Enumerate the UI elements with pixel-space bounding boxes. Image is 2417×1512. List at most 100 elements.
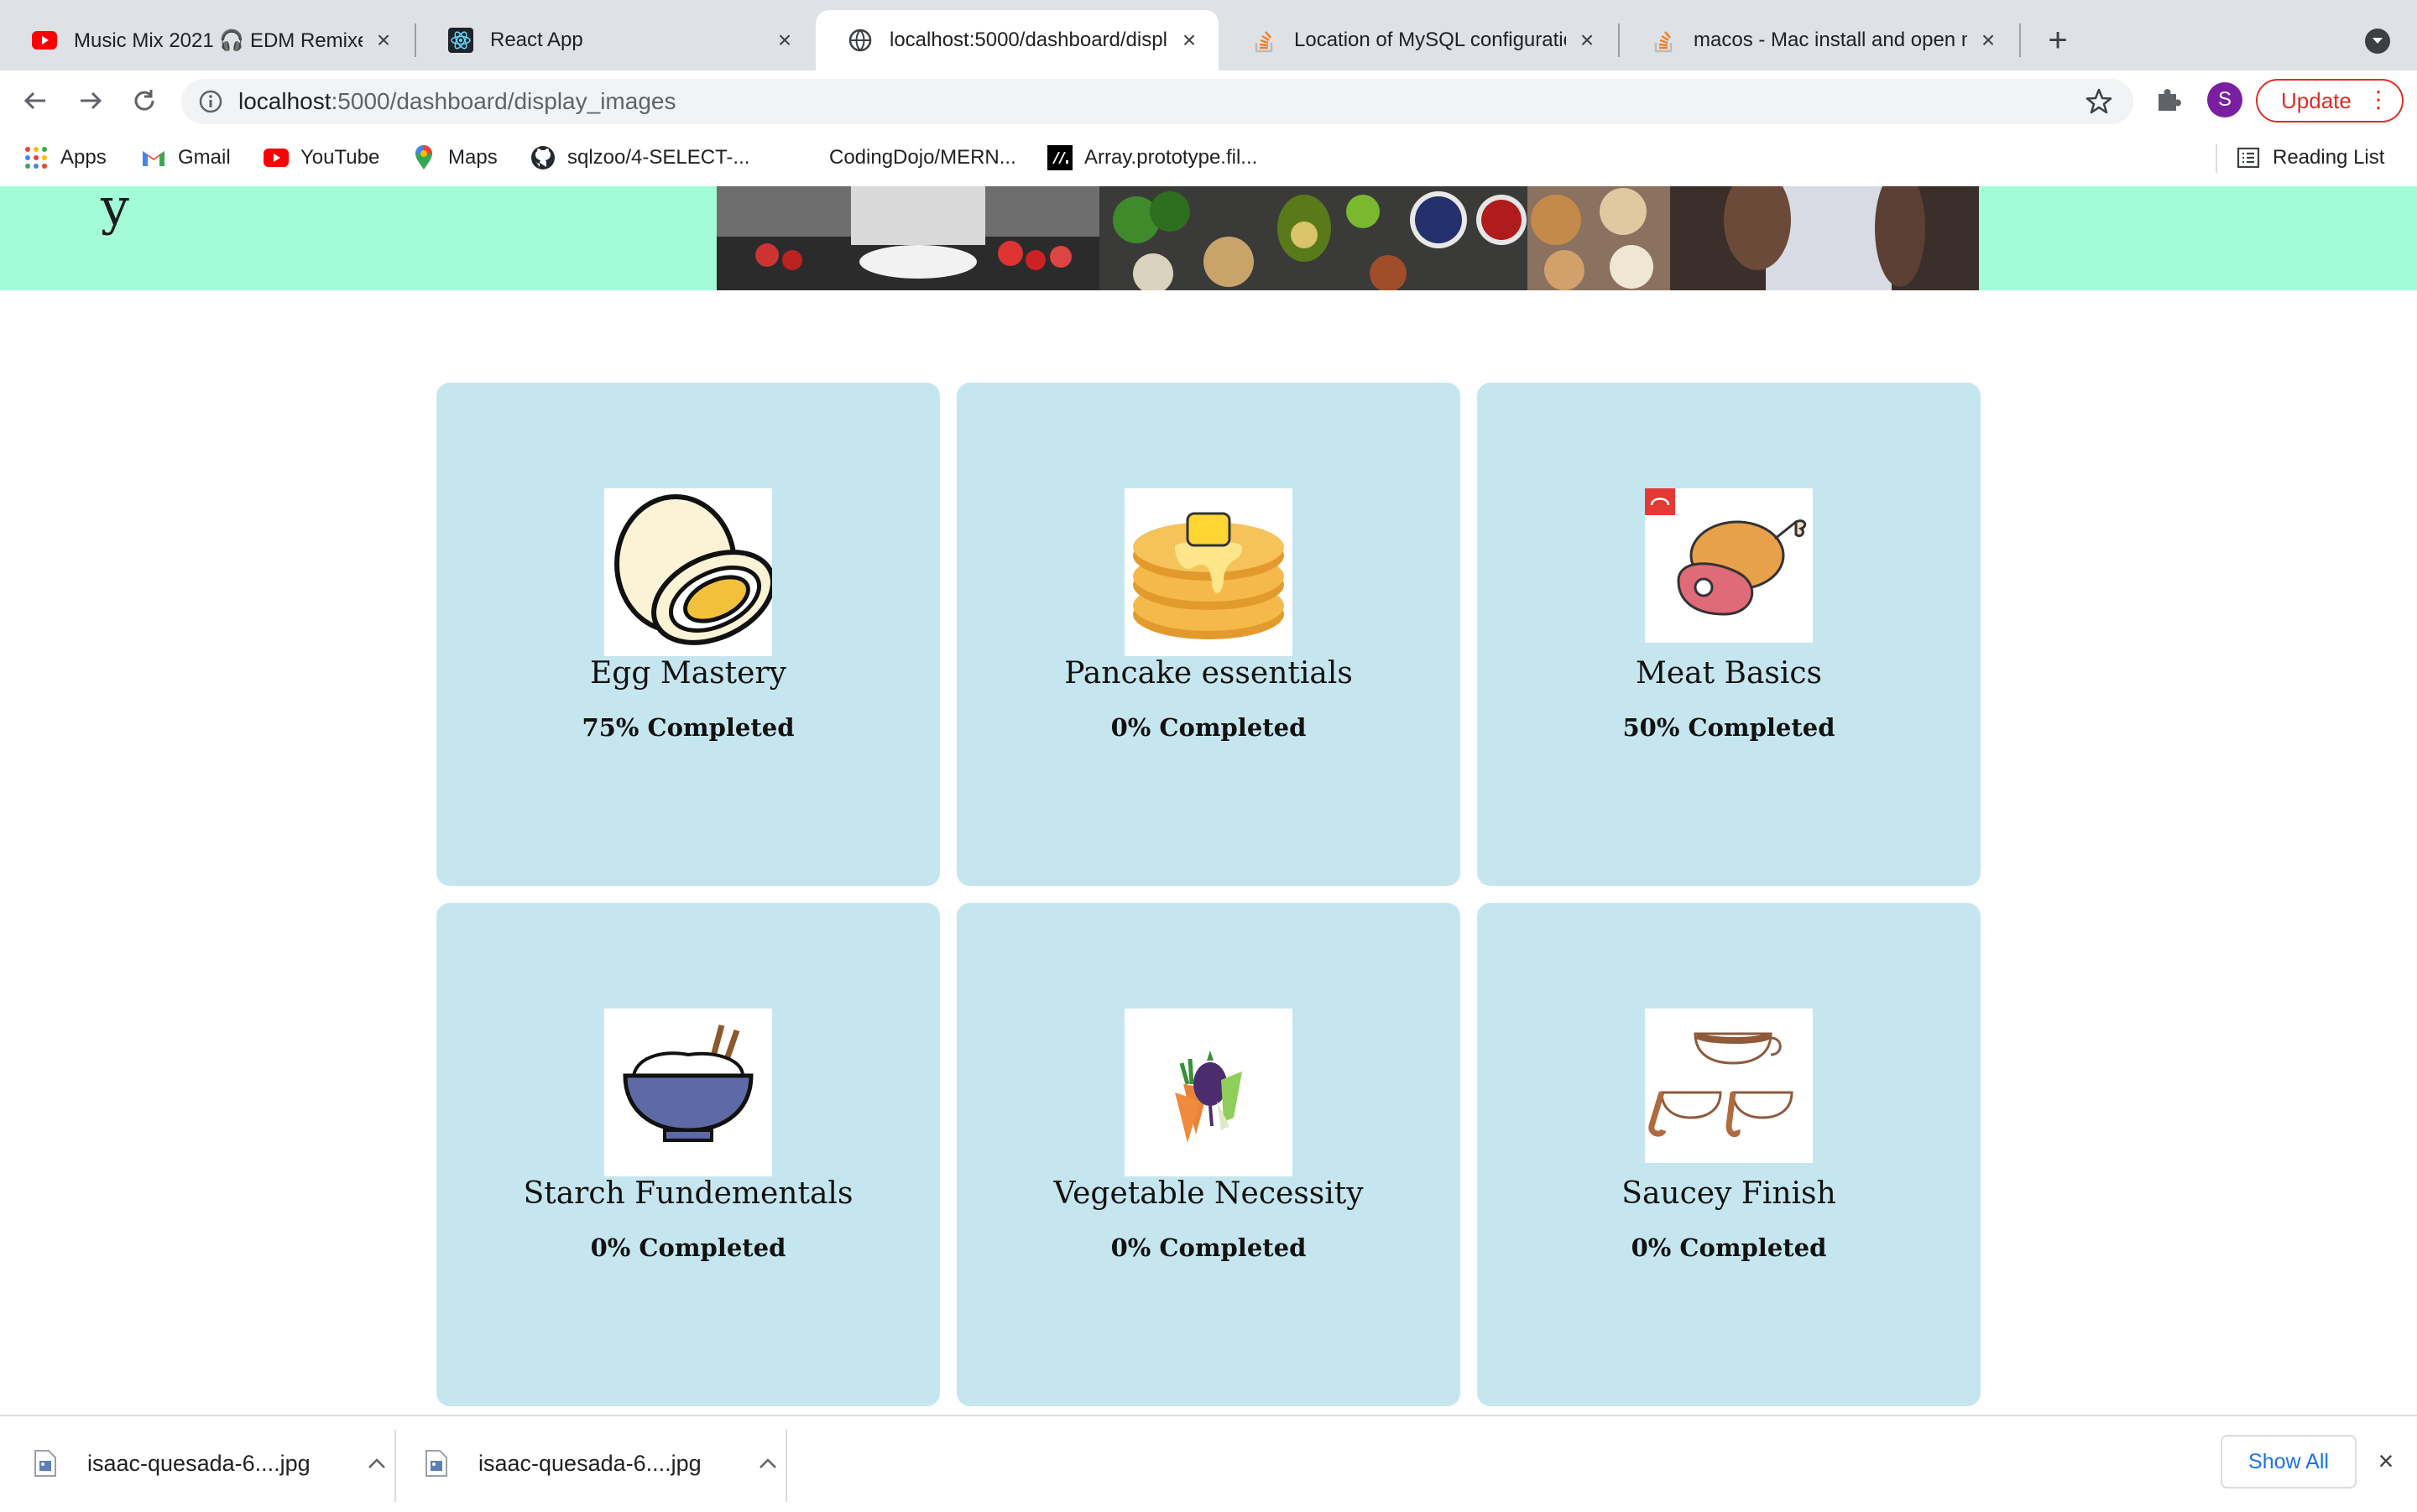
reload-icon[interactable] — [126, 82, 163, 119]
pancake-icon — [1125, 488, 1292, 656]
browser-toolbar: localhost:5000/dashboard/display_images — [0, 70, 2417, 131]
globe-icon — [848, 28, 873, 53]
update-button[interactable]: Update ⋮ — [2256, 79, 2404, 123]
bookmarks-divider — [2216, 144, 2217, 173]
back-arrow-icon[interactable] — [17, 82, 54, 119]
course-progress: 0% Completed — [1110, 713, 1307, 742]
bookmarks-bar: Apps Gmail YouTube Maps sqlzoo/4-SELECT-… — [0, 131, 2417, 187]
url-text: localhost:5000/dashboard/display_images — [238, 89, 676, 114]
course-card-egg-mastery[interactable]: Egg Mastery 75% Completed — [436, 383, 940, 886]
profile-avatar[interactable]: S — [2207, 82, 2242, 117]
forward-arrow-icon[interactable] — [72, 82, 109, 119]
chevron-up-icon[interactable] — [364, 1451, 389, 1476]
tab-strip: Music Mix 2021 🎧 EDM Remixes × React App… — [0, 0, 2417, 70]
chevron-up-icon[interactable] — [755, 1451, 780, 1476]
bookmark-sqlzoo[interactable]: sqlzoo/4-SELECT-... — [530, 143, 749, 173]
download-shelf: isaac-quesada-6....jpg isaac-quesada-6..… — [0, 1415, 2417, 1512]
tab-mysql-config[interactable]: Location of MySQL configuration file × — [1220, 10, 1616, 70]
reading-list-label: Reading List — [2273, 146, 2385, 169]
show-all-button[interactable]: Show All — [2221, 1435, 2357, 1489]
info-icon[interactable] — [198, 89, 223, 114]
close-icon[interactable]: × — [1574, 27, 1600, 53]
address-bar[interactable]: localhost:5000/dashboard/display_images — [181, 79, 2133, 124]
stackoverflow-icon — [1252, 28, 1277, 53]
bookmark-gmail[interactable]: Gmail — [141, 143, 231, 173]
course-progress: 0% Completed — [1110, 1233, 1307, 1262]
close-icon[interactable]: × — [772, 27, 797, 53]
tab-dashboard[interactable]: localhost:5000/dashboard/display_images … — [816, 10, 1219, 70]
url-path: :5000/dashboard/display_images — [331, 88, 676, 114]
youtube-icon — [264, 145, 289, 170]
more-menu-icon[interactable]: ⋮ — [2367, 87, 2390, 112]
bookmark-label: Array.prototype.fil... — [1084, 146, 1258, 169]
egg-icon — [604, 488, 772, 656]
tab-macos-mysql[interactable]: macos - Mac install and open mysql × — [1620, 10, 2018, 70]
bookmark-label: Gmail — [178, 146, 231, 169]
course-card-meat-basics[interactable]: Meat Basics 50% Completed — [1477, 383, 1981, 886]
download-item[interactable]: isaac-quesada-6....jpg — [34, 1430, 389, 1497]
vegetables-icon — [1125, 1009, 1292, 1176]
course-progress: 75% Completed — [582, 713, 795, 742]
bookmark-label: sqlzoo/4-SELECT-... — [567, 146, 750, 169]
course-title: Saucey Finish — [1621, 1176, 1836, 1211]
apps-grid-icon — [23, 145, 49, 170]
tab-title: React App — [490, 29, 583, 51]
tab-title: Location of MySQL configuration file — [1294, 29, 1566, 51]
tab-title: Music Mix 2021 🎧 EDM Remixes — [74, 29, 363, 52]
course-progress: 50% Completed — [1622, 713, 1835, 742]
course-title: Meat Basics — [1635, 656, 1823, 691]
rice-bowl-icon — [604, 1009, 772, 1176]
course-title: Starch Fundementals — [523, 1176, 854, 1211]
course-card-pancake-essentials[interactable]: Pancake essentials 0% Completed — [957, 383, 1460, 886]
course-title: Vegetable Necessity — [1053, 1176, 1364, 1211]
tab-divider — [2019, 23, 2021, 57]
close-icon[interactable]: × — [371, 27, 396, 53]
course-progress: 0% Completed — [1631, 1233, 1827, 1262]
stackoverflow-icon — [1652, 28, 1677, 53]
gmail-icon — [141, 145, 166, 170]
gravy-boat-icon — [1645, 1009, 1813, 1163]
hero-banner: y — [0, 186, 2417, 290]
meat-icon — [1645, 488, 1813, 643]
course-card-starch-fundementals[interactable]: Starch Fundementals 0% Completed — [436, 903, 940, 1406]
bookmark-youtube[interactable]: YouTube — [264, 143, 379, 173]
reading-list[interactable]: Reading List — [2236, 143, 2384, 173]
course-title: Egg Mastery — [590, 656, 786, 691]
maps-pin-icon — [411, 145, 436, 170]
course-progress: 0% Completed — [590, 1233, 786, 1262]
bookmark-label: Apps — [60, 146, 107, 169]
url-host: localhost — [238, 88, 331, 114]
bookmark-codingdojo[interactable]: CodingDojo/MERN... — [829, 143, 1016, 173]
close-icon[interactable]: × — [2372, 1446, 2400, 1476]
tab-music-mix[interactable]: Music Mix 2021 🎧 EDM Remixes × — [0, 10, 413, 70]
mdn-icon — [1047, 145, 1073, 170]
bookmark-apps[interactable]: Apps — [23, 143, 107, 173]
download-filename: isaac-quesada-6....jpg — [87, 1450, 311, 1476]
github-icon — [530, 145, 556, 170]
image-file-icon — [425, 1449, 448, 1478]
bookmark-label: Maps — [448, 146, 498, 169]
page-content: y Egg Mastery 75% Completed Pancake esse… — [0, 186, 2417, 1415]
react-icon — [448, 28, 473, 53]
download-item[interactable]: isaac-quesada-6....jpg — [425, 1430, 780, 1497]
bookmark-label: CodingDojo/MERN... — [829, 146, 1016, 169]
bookmark-array-filter[interactable]: Array.prototype.fil... — [1047, 143, 1257, 173]
course-card-saucey-finish[interactable]: Saucey Finish 0% Completed — [1477, 903, 1981, 1406]
youtube-icon — [32, 28, 57, 53]
bookmark-star-icon[interactable] — [2085, 87, 2113, 116]
bookmark-label: YouTube — [300, 146, 380, 169]
new-tab-icon[interactable]: + — [2041, 23, 2075, 57]
download-filename: isaac-quesada-6....jpg — [478, 1450, 702, 1476]
tab-title: macos - Mac install and open mysql — [1694, 29, 1967, 51]
logo-script-fragment: y — [101, 186, 129, 237]
download-divider — [786, 1430, 787, 1502]
close-icon[interactable]: × — [1976, 27, 2001, 53]
reading-list-icon — [2236, 145, 2261, 170]
bookmark-maps[interactable]: Maps — [411, 143, 498, 173]
extensions-puzzle-icon[interactable] — [2153, 84, 2184, 114]
tab-react-app[interactable]: React App × — [416, 10, 814, 70]
course-card-vegetable-necessity[interactable]: Vegetable Necessity 0% Completed — [957, 903, 1460, 1406]
banner-image — [717, 186, 1979, 290]
tab-search-icon[interactable] — [2365, 29, 2390, 54]
close-icon[interactable]: × — [1177, 27, 1202, 53]
